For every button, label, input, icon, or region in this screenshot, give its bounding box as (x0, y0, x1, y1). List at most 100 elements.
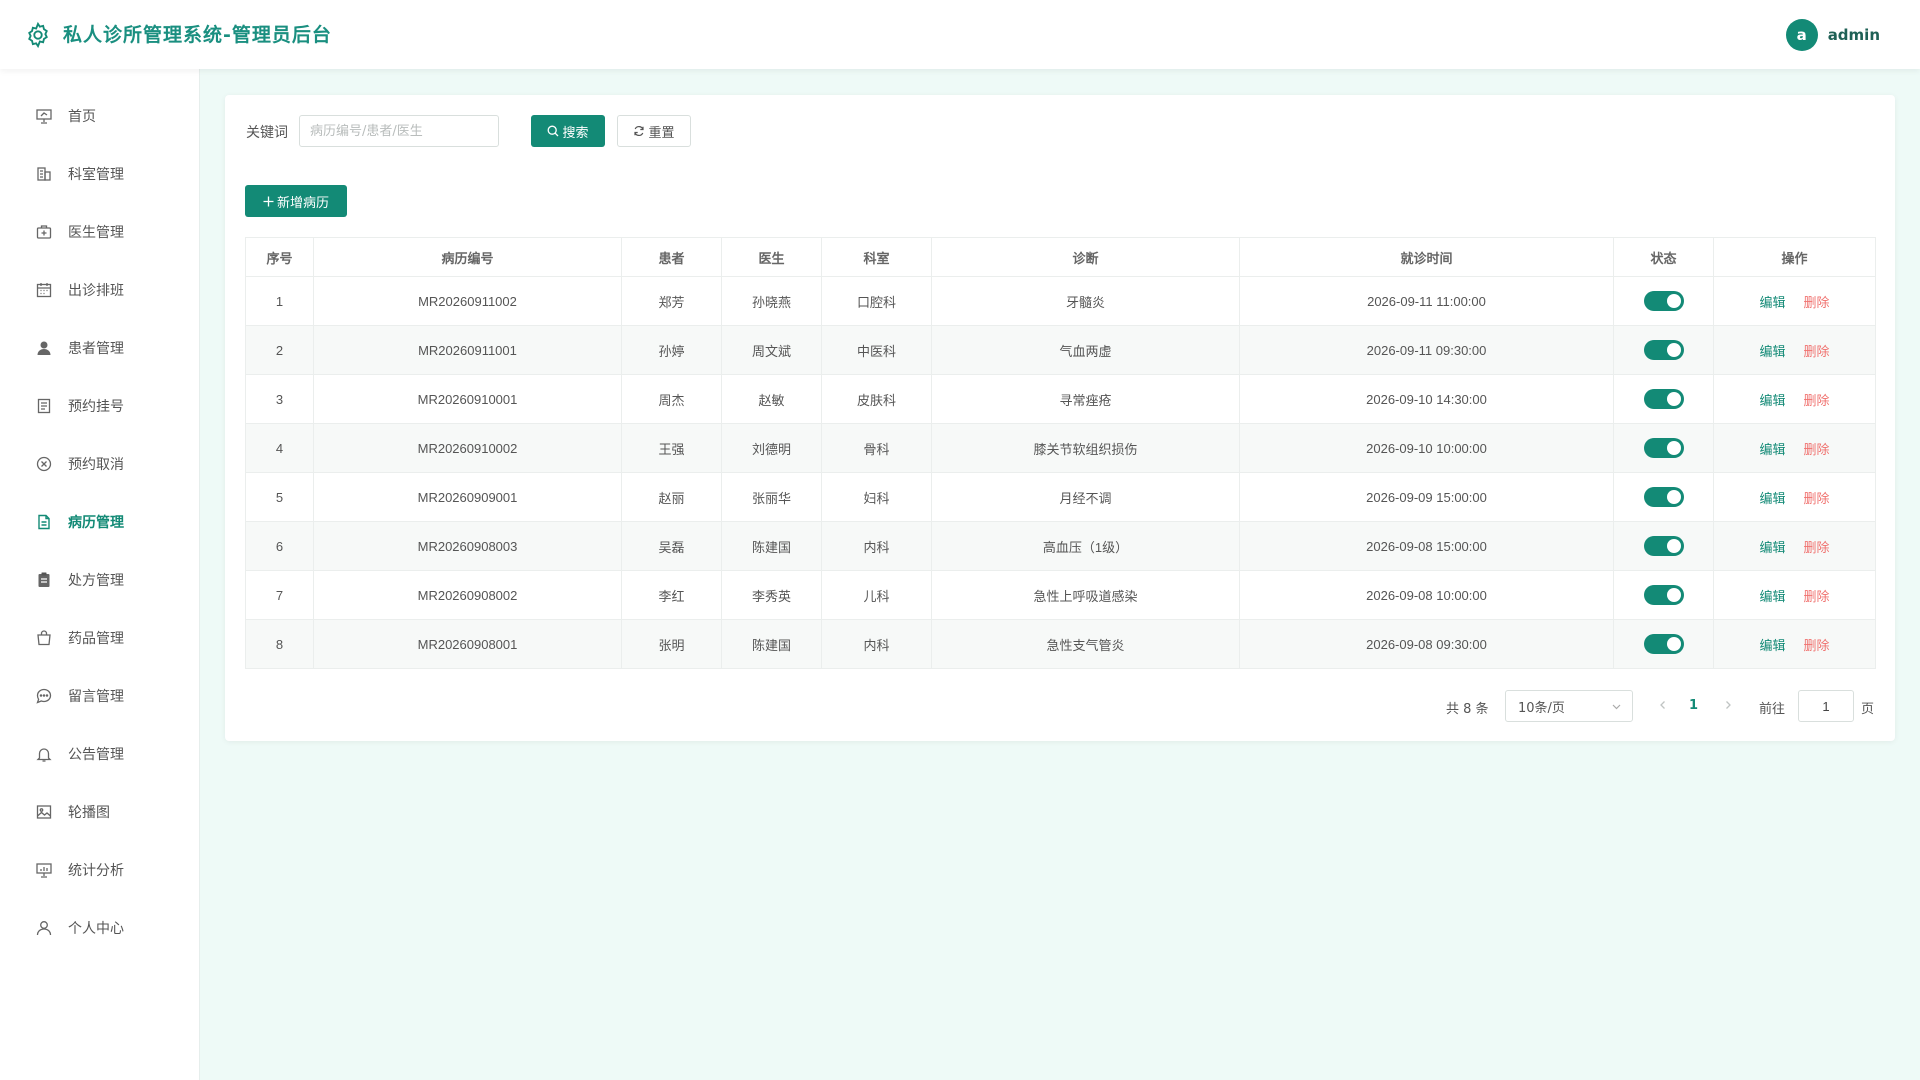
table-body: 1 MR20260911002 郑芳 孙晓燕 口腔科 牙髓炎 2026-09-11 11:0… (245, 276, 1876, 669)
delete-link[interactable]: 删除 (1804, 295, 1830, 310)
gear-icon (28, 21, 48, 49)
sidebar-item-label: 病历管理 (68, 515, 124, 531)
row-index: 2 (245, 325, 314, 375)
department: 骨科 (821, 423, 932, 473)
patient-name: 王强 (621, 423, 722, 473)
delete-link[interactable]: 删除 (1804, 393, 1830, 408)
user-menu[interactable]: a admin (1785, 19, 1880, 51)
page-size-select[interactable]: 10条/页 (1505, 690, 1633, 722)
edit-link[interactable]: 编辑 (1759, 393, 1785, 408)
username[interactable]: admin (1828, 26, 1880, 44)
department: 中医科 (821, 325, 932, 375)
chart-board-icon (36, 863, 52, 878)
visit-time: 2026-09-08 15:00:00 (1239, 521, 1614, 571)
user-icon (36, 921, 52, 936)
pagination: 共 8 条 10条/页 1 前往 页 (225, 690, 1895, 722)
table-row: 6 MR20260908003 吴磊 陈建国 内科 高血压（1级） 2026-09-08 1… (245, 521, 1876, 571)
status-toggle[interactable] (1643, 438, 1684, 458)
goto-label: 前往 (1759, 702, 1786, 717)
edit-link[interactable]: 编辑 (1759, 540, 1785, 555)
delete-link[interactable]: 删除 (1804, 638, 1830, 653)
sidebar-item-home[interactable]: 首页 (0, 96, 200, 136)
column-header: 就诊时间 (1239, 237, 1614, 277)
edit-link[interactable]: 编辑 (1759, 589, 1785, 604)
patient-name: 吴磊 (621, 521, 722, 571)
delete-link[interactable]: 删除 (1804, 589, 1830, 604)
add-record-label: 新增病历 (276, 195, 329, 211)
sidebar-item-label: 预约取消 (68, 457, 124, 473)
total-count: 共 8 条 (1446, 702, 1489, 717)
sidebar-item-profile[interactable]: 个人中心 (0, 908, 200, 948)
table-row: 5 MR20260909001 赵丽 张丽华 妇科 月经不调 2026-09-09 15:0… (245, 472, 1876, 522)
diagnosis: 寻常痤疮 (931, 374, 1240, 424)
status-toggle[interactable] (1643, 536, 1684, 556)
sidebar-item-carousel[interactable]: 轮播图 (0, 792, 200, 832)
status-toggle[interactable] (1643, 585, 1684, 605)
actions-cell: 编辑 删除 (1713, 570, 1876, 620)
sidebar-item-patients[interactable]: 患者管理 (0, 328, 200, 368)
status-toggle[interactable] (1643, 389, 1684, 409)
sidebar-item-schedule[interactable]: 出诊排班 (0, 270, 200, 310)
search-icon (548, 125, 559, 137)
status-cell (1613, 472, 1714, 522)
prev-page-icon[interactable] (1657, 699, 1669, 711)
actions-cell: 编辑 删除 (1713, 423, 1876, 473)
top-header: 私人诊所管理系统-管理员后台 a admin (0, 0, 1920, 69)
department: 内科 (821, 619, 932, 669)
page-size-value: 10条/页 (1518, 700, 1565, 716)
avatar[interactable]: a (1785, 19, 1818, 51)
current-page[interactable]: 1 (1689, 698, 1698, 713)
sidebar-item-label: 首页 (68, 109, 96, 125)
delete-link[interactable]: 删除 (1804, 540, 1830, 555)
delete-link[interactable]: 删除 (1804, 442, 1830, 457)
sidebar-item-messages[interactable]: 留言管理 (0, 676, 200, 716)
row-index: 6 (245, 521, 314, 571)
sidebar-item-announcements[interactable]: 公告管理 (0, 734, 200, 774)
sidebar-item-label: 科室管理 (68, 167, 124, 183)
status-toggle[interactable] (1643, 291, 1684, 311)
medical-box-icon (36, 225, 52, 239)
sidebar-item-doctors[interactable]: 医生管理 (0, 212, 200, 252)
actions-cell: 编辑 删除 (1713, 276, 1876, 326)
sidebar-item-medical-records[interactable]: 病历管理 (0, 502, 200, 542)
visit-time: 2026-09-08 10:00:00 (1239, 570, 1614, 620)
record-number: MR20260910002 (313, 423, 622, 473)
sidebar-item-cancellations[interactable]: 预约取消 (0, 444, 200, 484)
doctor-name: 李秀英 (721, 570, 822, 620)
status-toggle[interactable] (1643, 340, 1684, 360)
clipboard-icon (38, 572, 50, 587)
actions-cell: 编辑 删除 (1713, 325, 1876, 375)
edit-link[interactable]: 编辑 (1759, 442, 1785, 457)
sidebar-item-statistics[interactable]: 统计分析 (0, 850, 200, 890)
calendar-icon (36, 283, 52, 298)
patient-name: 赵丽 (621, 472, 722, 522)
search-button-label: 搜索 (562, 125, 589, 141)
record-number: MR20260909001 (313, 472, 622, 522)
delete-link[interactable]: 删除 (1804, 344, 1830, 359)
presentation-icon (36, 109, 52, 124)
sidebar-item-departments[interactable]: 科室管理 (0, 154, 200, 194)
sidebar-item-label: 留言管理 (68, 689, 124, 705)
add-record-button[interactable]: 新增病历 (245, 185, 347, 217)
edit-link[interactable]: 编辑 (1759, 491, 1785, 506)
status-toggle[interactable] (1643, 634, 1684, 654)
page-unit-label: 页 (1861, 702, 1875, 717)
status-toggle[interactable] (1643, 487, 1684, 507)
diagnosis: 急性支气管炎 (931, 619, 1240, 669)
diagnosis: 月经不调 (931, 472, 1240, 522)
next-page-icon[interactable] (1722, 699, 1734, 711)
delete-link[interactable]: 删除 (1804, 491, 1830, 506)
sidebar-item-medicines[interactable]: 药品管理 (0, 618, 200, 658)
doctor-name: 周文斌 (721, 325, 822, 375)
sidebar-item-appointments[interactable]: 预约挂号 (0, 386, 200, 426)
edit-link[interactable]: 编辑 (1759, 295, 1785, 310)
search-input[interactable] (299, 115, 499, 147)
row-index: 3 (245, 374, 314, 424)
edit-link[interactable]: 编辑 (1759, 344, 1785, 359)
actions-cell: 编辑 删除 (1713, 619, 1876, 669)
search-button[interactable]: 搜索 (531, 115, 605, 147)
edit-link[interactable]: 编辑 (1759, 638, 1785, 653)
sidebar-item-prescriptions[interactable]: 处方管理 (0, 560, 200, 600)
reset-button[interactable]: 重置 (617, 115, 691, 147)
goto-page-input[interactable] (1798, 690, 1854, 722)
